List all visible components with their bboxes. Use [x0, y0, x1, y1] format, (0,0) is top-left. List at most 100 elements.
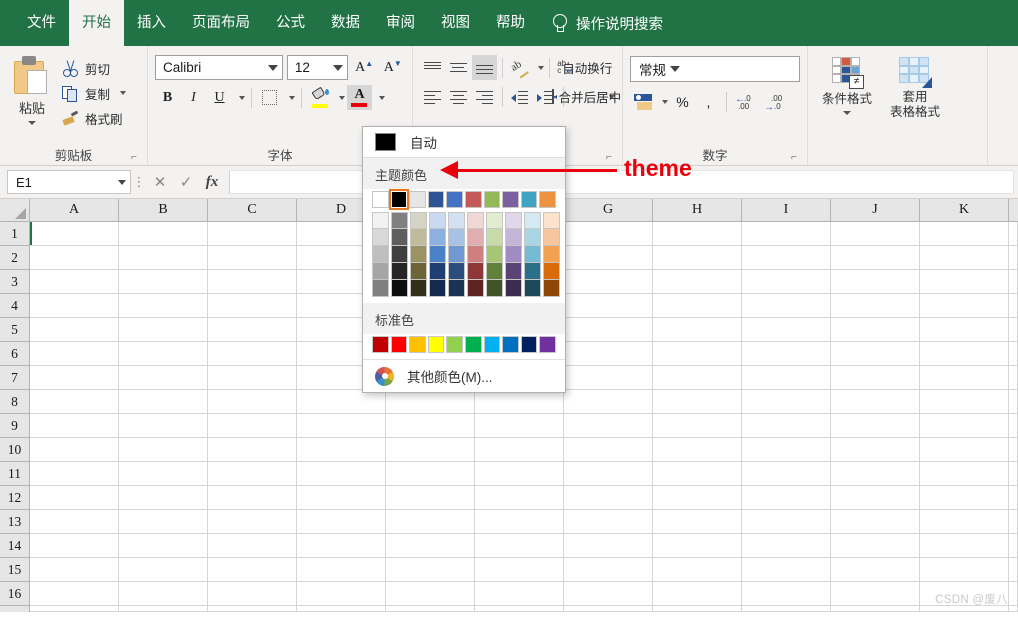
theme-color-swatch[interactable] — [464, 191, 482, 208]
theme-tint-swatch[interactable] — [448, 212, 465, 229]
column-header-J[interactable]: J — [831, 199, 920, 221]
ribbon-tab-home[interactable]: 开始 — [69, 0, 124, 46]
row-header-15[interactable]: 15 — [0, 558, 29, 582]
fill-color-chevron-icon[interactable] — [333, 85, 346, 110]
theme-tint-swatch[interactable] — [448, 280, 465, 297]
theme-tint-swatch[interactable] — [467, 246, 484, 263]
theme-color-swatch[interactable] — [502, 191, 519, 208]
row-header-7[interactable]: 7 — [0, 366, 29, 390]
tell-me-search[interactable]: 操作说明搜索 — [552, 0, 663, 46]
theme-color-swatch[interactable] — [483, 191, 501, 208]
theme-tint-swatch[interactable] — [372, 229, 389, 246]
theme-tint-swatch[interactable] — [410, 229, 427, 246]
theme-tint-swatch[interactable] — [372, 280, 389, 297]
ribbon-tab-formulas[interactable]: 公式 — [263, 0, 318, 46]
ribbon-tab-review[interactable]: 审阅 — [373, 0, 428, 46]
accounting-format-button[interactable] — [630, 89, 655, 114]
decrease-decimal-button[interactable]: .00 → .0 — [761, 89, 789, 114]
column-header-C[interactable]: C — [208, 199, 297, 221]
standard-color-swatch[interactable] — [464, 336, 482, 353]
more-colors-item[interactable]: 其他颜色(M)... — [363, 360, 565, 392]
alignment-dialog-launcher[interactable]: ⌐ — [606, 152, 617, 163]
theme-tint-swatch[interactable] — [486, 212, 503, 229]
chevron-down-icon[interactable] — [118, 179, 126, 185]
increase-font-size-button[interactable]: A ▲ — [352, 55, 377, 80]
automatic-color-item[interactable]: 自动 — [363, 127, 565, 157]
column-header-K[interactable]: K — [920, 199, 1009, 221]
chevron-down-icon[interactable] — [28, 121, 36, 125]
formula-input[interactable] — [229, 170, 1014, 194]
theme-tint-swatch[interactable] — [372, 212, 389, 229]
copy-button[interactable]: 复制 — [59, 82, 129, 104]
theme-tint-swatch[interactable] — [391, 263, 408, 280]
column-header-B[interactable]: B — [119, 199, 208, 221]
theme-tint-swatch[interactable] — [410, 263, 427, 280]
decrease-indent-button[interactable] — [507, 84, 532, 109]
orientation-chevron-icon[interactable] — [534, 55, 544, 80]
theme-tint-swatch[interactable] — [486, 246, 503, 263]
font-color-chevron-icon[interactable] — [373, 85, 386, 110]
standard-color-swatch[interactable] — [390, 336, 408, 353]
theme-color-swatch[interactable] — [427, 191, 445, 208]
theme-tint-swatch[interactable] — [486, 263, 503, 280]
cancel-entry-button[interactable]: ✕ — [147, 171, 173, 193]
row-header-1[interactable]: 1 — [0, 222, 29, 246]
theme-tint-swatch[interactable] — [429, 246, 446, 263]
chevron-down-icon[interactable] — [670, 66, 680, 72]
theme-tint-swatch[interactable] — [391, 246, 408, 263]
theme-tint-swatch[interactable] — [448, 229, 465, 246]
theme-color-swatch[interactable] — [539, 191, 556, 208]
column-header-I[interactable]: I — [742, 199, 831, 221]
font-color-button[interactable]: A — [347, 85, 372, 110]
row-header-12[interactable]: 12 — [0, 486, 29, 510]
theme-tint-swatch[interactable] — [410, 246, 427, 263]
theme-tint-swatch[interactable] — [505, 246, 522, 263]
row-header-3[interactable]: 3 — [0, 270, 29, 294]
conditional-formatting-button[interactable]: ≠ 条件格式 — [813, 51, 881, 115]
bold-button[interactable]: B — [155, 85, 180, 110]
orientation-button[interactable]: ab — [508, 55, 533, 80]
theme-tint-swatch[interactable] — [524, 229, 541, 246]
underline-options-chevron-icon[interactable] — [233, 85, 246, 110]
font-size-combo[interactable]: 12 — [286, 55, 348, 80]
accounting-chevron-icon[interactable] — [656, 89, 669, 114]
align-bottom-button[interactable] — [472, 55, 497, 80]
comma-style-button[interactable]: , — [696, 89, 721, 114]
standard-color-swatch[interactable] — [409, 336, 426, 353]
number-format-combo[interactable]: 常规 — [630, 56, 800, 82]
theme-tint-swatch[interactable] — [505, 229, 522, 246]
align-right-button[interactable] — [472, 84, 497, 109]
name-box[interactable]: E1 — [7, 170, 131, 194]
theme-tint-swatch[interactable] — [524, 246, 541, 263]
format-as-table-button[interactable]: 套用 表格格式 — [881, 51, 949, 120]
ribbon-tab-file[interactable]: 文件 — [14, 0, 69, 46]
theme-tint-swatch[interactable] — [429, 263, 446, 280]
row-header-14[interactable]: 14 — [0, 534, 29, 558]
theme-tint-swatch[interactable] — [524, 280, 541, 297]
theme-tint-swatch[interactable] — [524, 212, 541, 229]
standard-color-swatch[interactable] — [539, 336, 556, 353]
row-header-13[interactable]: 13 — [0, 510, 29, 534]
theme-color-swatch[interactable] — [446, 191, 463, 208]
theme-tint-swatch[interactable] — [429, 229, 446, 246]
theme-tint-swatch[interactable] — [543, 246, 560, 263]
percent-style-button[interactable]: % — [670, 89, 695, 114]
theme-tint-swatch[interactable] — [543, 280, 560, 297]
row-header-16[interactable]: 16 — [0, 582, 29, 606]
insert-function-button[interactable]: fx — [199, 171, 225, 193]
formula-bar-drag-handle[interactable]: ⋮ — [131, 175, 147, 188]
confirm-entry-button[interactable]: ✓ — [173, 171, 199, 193]
standard-color-swatch[interactable] — [483, 336, 501, 353]
underline-button[interactable]: U — [207, 85, 232, 110]
theme-tint-swatch[interactable] — [505, 212, 522, 229]
theme-tint-swatch[interactable] — [486, 280, 503, 297]
paste-button[interactable]: 粘贴 — [5, 51, 59, 125]
borders-options-chevron-icon[interactable] — [283, 85, 296, 110]
align-center-button[interactable] — [446, 84, 471, 109]
row-header-6[interactable]: 6 — [0, 342, 29, 366]
fill-color-button[interactable] — [307, 85, 332, 110]
font-name-combo[interactable]: Calibri — [155, 55, 283, 80]
column-header-H[interactable]: H — [653, 199, 742, 221]
align-middle-button[interactable] — [446, 55, 471, 80]
theme-tint-swatch[interactable] — [467, 212, 484, 229]
